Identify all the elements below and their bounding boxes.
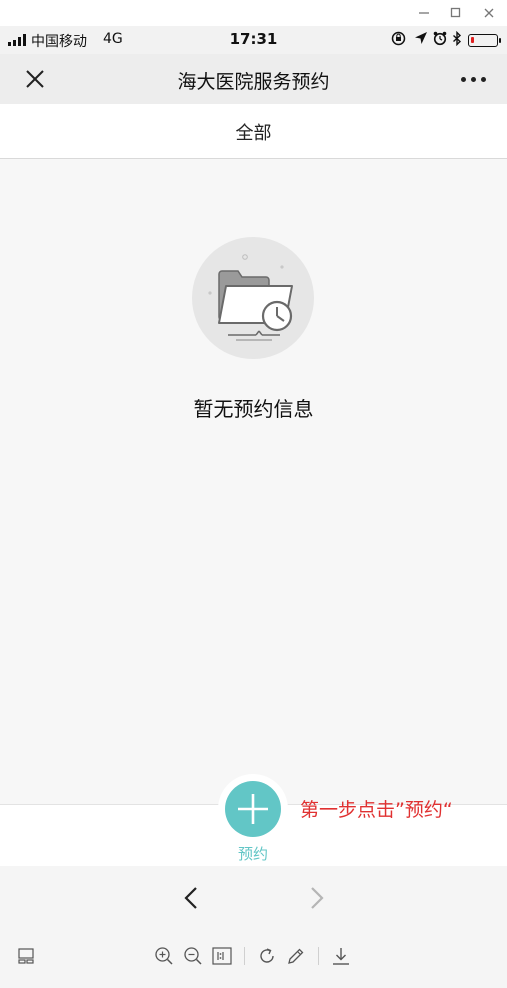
annotation-hint: 第一步点击”预约“ [300, 799, 453, 821]
browser-nav-bar [0, 866, 507, 930]
window-titlebar [0, 0, 507, 26]
tab-all[interactable]: 全部 [0, 119, 507, 145]
forward-arrow-icon[interactable] [302, 884, 330, 912]
plus-icon [238, 794, 268, 824]
close-window-icon[interactable] [478, 4, 500, 22]
page-title: 海大医院服务预约 [177, 71, 330, 93]
status-time: 17:31 [229, 30, 278, 48]
maximize-icon[interactable] [445, 4, 467, 22]
actual-size-icon[interactable] [210, 944, 234, 968]
layout-icon[interactable] [14, 944, 38, 968]
toolbar-divider [318, 947, 319, 965]
viewer-toolbar [0, 930, 507, 988]
back-arrow-icon[interactable] [178, 884, 206, 912]
alarm-icon [433, 31, 447, 50]
toolbar-divider [244, 947, 245, 965]
location-icon [414, 31, 428, 49]
rotate-icon[interactable] [255, 944, 279, 968]
tab-bar: 全部 [0, 104, 507, 159]
more-icon[interactable] [455, 68, 491, 90]
battery-icon [468, 34, 501, 47]
zoom-out-icon[interactable] [181, 944, 205, 968]
bluetooth-icon [452, 30, 462, 50]
empty-folder-clock-icon [192, 237, 314, 359]
status-bar: 中国移动 4G 17:31 [0, 26, 507, 54]
zoom-in-icon[interactable] [152, 944, 176, 968]
book-appointment-button[interactable] [225, 781, 281, 837]
minimize-icon[interactable] [413, 4, 435, 22]
app-header: 海大医院服务预约 [0, 54, 507, 104]
empty-state-message: 暂无预约信息 [193, 397, 314, 421]
book-appointment-label[interactable]: 预约 [203, 843, 303, 864]
download-icon[interactable] [329, 944, 353, 968]
edit-icon[interactable] [284, 944, 308, 968]
rotation-lock-icon [391, 31, 406, 50]
